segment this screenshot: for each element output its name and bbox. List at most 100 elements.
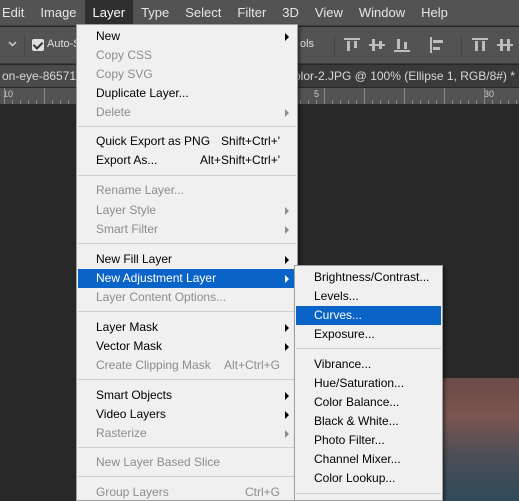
ruler-tick (460, 100, 461, 104)
divider (334, 35, 335, 57)
menu-item-group-layers[interactable]: Group Layers Ctrl+G (78, 483, 296, 501)
menu-item-vector-mask[interactable]: Vector Mask (78, 337, 296, 356)
distribute-vcenter-icon[interactable] (497, 37, 513, 53)
menu-item-color-balance[interactable]: Color Balance... (296, 393, 441, 412)
ruler-tick (404, 88, 405, 104)
menu-item-export-as[interactable]: Export As... Alt+Shift+Ctrl+' (78, 151, 296, 170)
menu-item-new-adjustment-layer[interactable]: New Adjustment Layer (78, 269, 296, 288)
submenu-arrow-icon (285, 226, 289, 234)
menu-separator (78, 175, 296, 176)
ruler-tick (340, 100, 341, 104)
distribute-top-icon[interactable] (472, 37, 488, 53)
ruler-tick (316, 100, 317, 104)
show-transform-label: ols (300, 38, 315, 50)
photo-preview (437, 378, 519, 501)
menu-item-rasterize[interactable]: Rasterize (78, 424, 296, 443)
align-bottom-icon[interactable] (394, 37, 410, 53)
menu-item-video-layers[interactable]: Video Layers (78, 405, 296, 424)
menu-separator (78, 476, 296, 477)
ruler-tick (444, 88, 445, 104)
menu-item-photo-filter[interactable]: Photo Filter... (296, 431, 441, 450)
menu-type[interactable]: Type (133, 0, 177, 26)
ruler-tick (372, 100, 373, 104)
menu-item-levels[interactable]: Levels... (296, 287, 441, 306)
ruler-tick (60, 100, 61, 104)
ruler-tick (356, 100, 357, 104)
ruler-tick (452, 100, 453, 104)
ruler-tick (476, 100, 477, 104)
document-tab-active[interactable]: olor-2.JPG @ 100% (Ellipse 1, RGB/8#) * (294, 65, 519, 87)
menu-item-quick-export-png[interactable]: Quick Export as PNG Shift+Ctrl+' (78, 132, 296, 151)
auto-select-checkbox[interactable] (32, 39, 44, 51)
menu-item-brightness-contrast[interactable]: Brightness/Contrast... (296, 268, 441, 287)
menu-item-new-fill-layer[interactable]: New Fill Layer (78, 250, 296, 269)
submenu-arrow-icon (285, 343, 289, 351)
ruler-tick (436, 100, 437, 104)
menu-item-smart-objects[interactable]: Smart Objects (78, 386, 296, 405)
ruler-tick (4, 88, 5, 104)
align-top-icon[interactable] (344, 37, 360, 53)
ruler-tick (380, 100, 381, 104)
menu-3d[interactable]: 3D (274, 0, 307, 26)
submenu-arrow-icon (285, 256, 289, 264)
menu-item-hue-saturation[interactable]: Hue/Saturation... (296, 374, 441, 393)
menu-view[interactable]: View (307, 0, 351, 26)
chevron-down-icon[interactable] (8, 39, 17, 48)
ruler-tick (396, 100, 397, 104)
menu-filter[interactable]: Filter (229, 0, 274, 26)
menu-separator (78, 126, 296, 127)
menu-window[interactable]: Window (351, 0, 413, 26)
ruler-label: 5 (314, 89, 320, 99)
menu-item-black-white[interactable]: Black & White... (296, 412, 441, 431)
ruler-tick (20, 100, 21, 104)
menu-separator (296, 493, 441, 494)
menu-item-layer-content-options[interactable]: Layer Content Options... (78, 288, 296, 307)
menu-select[interactable]: Select (177, 0, 229, 26)
menu-item-rename-layer[interactable]: Rename Layer... (78, 181, 296, 200)
ruler-tick (324, 88, 325, 104)
menu-item-new[interactable]: New (78, 27, 296, 46)
menu-item-color-lookup[interactable]: Color Lookup... (296, 469, 441, 488)
ruler-tick (428, 100, 429, 104)
menu-item-copy-css[interactable]: Copy CSS (78, 46, 296, 65)
menu-help[interactable]: Help (413, 0, 456, 26)
align-vcenter-icon[interactable] (369, 37, 385, 53)
align-left-icon[interactable] (429, 37, 445, 53)
submenu-arrow-icon (285, 392, 289, 400)
ruler-tick (492, 100, 493, 104)
ruler-tick (388, 100, 389, 104)
ruler-tick (412, 100, 413, 104)
menu-item-exposure[interactable]: Exposure... (296, 325, 441, 344)
menu-item-curves[interactable]: Curves... (296, 306, 441, 325)
menu-separator (296, 348, 441, 349)
menu-edit[interactable]: Edit (0, 0, 32, 26)
menu-item-vibrance[interactable]: Vibrance... (296, 355, 441, 374)
menu-item-delete[interactable]: Delete (78, 103, 296, 122)
menu-item-duplicate-layer[interactable]: Duplicate Layer... (78, 84, 296, 103)
menu-separator (78, 243, 296, 244)
submenu-arrow-icon (285, 411, 289, 419)
submenu-arrow-icon (285, 430, 289, 438)
menu-item-channel-mixer[interactable]: Channel Mixer... (296, 450, 441, 469)
ruler-label: 30 (484, 89, 495, 99)
ruler-tick (508, 100, 509, 104)
ruler-tick (68, 100, 69, 104)
ruler-tick (308, 100, 309, 104)
menu-separator (78, 447, 296, 448)
menu-layer[interactable]: Layer (84, 0, 134, 26)
menu-item-new-layer-based-slice[interactable]: New Layer Based Slice (78, 453, 296, 472)
document-tab[interactable]: on-eye-865711.j (0, 65, 76, 87)
menu-item-smart-filter[interactable]: Smart Filter (78, 220, 296, 239)
ruler-tick (332, 100, 333, 104)
ruler-tick (348, 100, 349, 104)
submenu-arrow-icon (285, 207, 289, 215)
ruler-tick (484, 88, 485, 104)
divider (461, 35, 462, 57)
ruler-tick (500, 100, 501, 104)
submenu-arrow-icon (285, 109, 289, 117)
menu-item-layer-mask[interactable]: Layer Mask (78, 318, 296, 337)
menu-item-layer-style[interactable]: Layer Style (78, 201, 296, 220)
menu-item-create-clipping-mask[interactable]: Create Clipping Mask Alt+Ctrl+G (78, 356, 296, 375)
menu-image[interactable]: Image (32, 0, 84, 26)
menu-item-copy-svg[interactable]: Copy SVG (78, 65, 296, 84)
